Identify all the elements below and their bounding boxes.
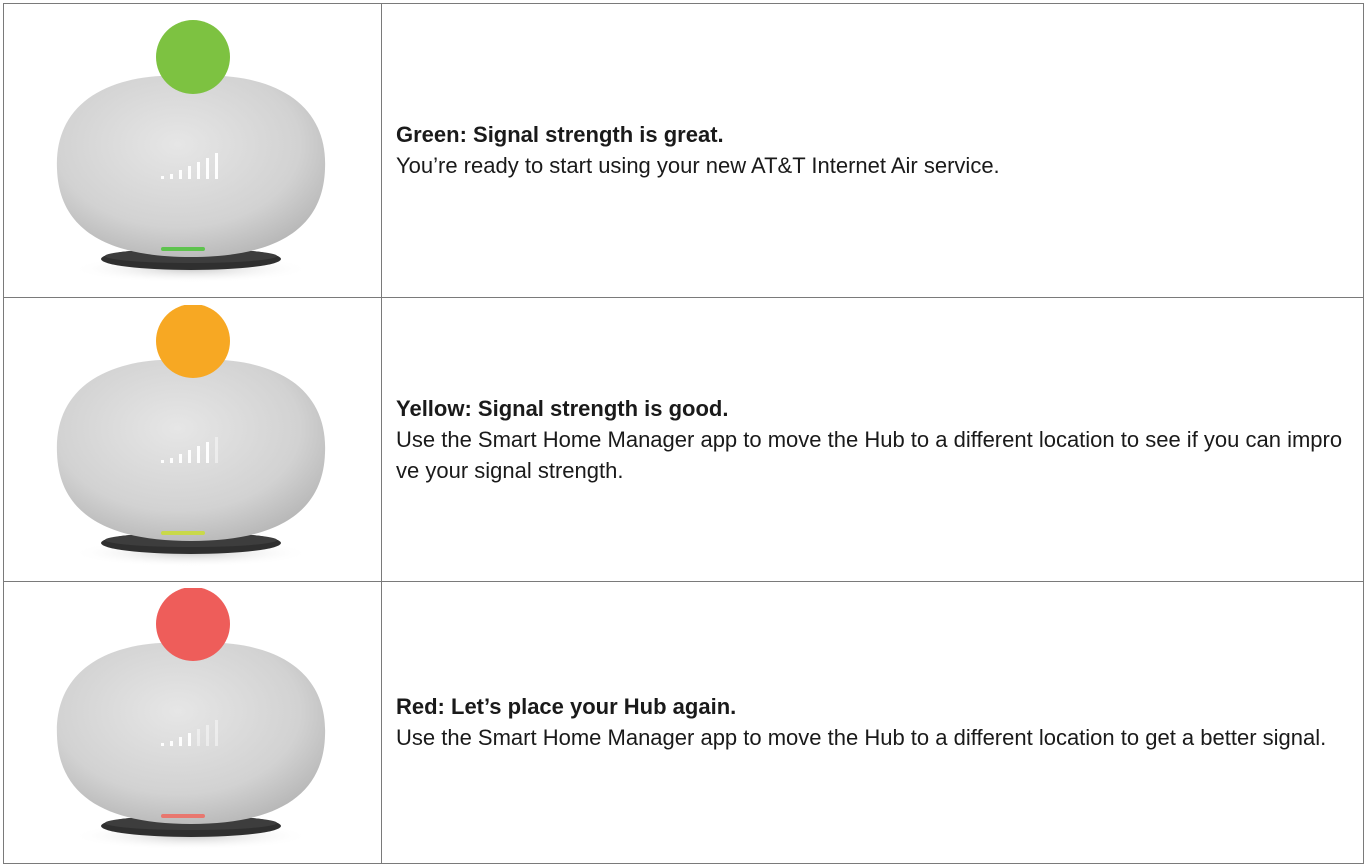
status-description: Use the Smart Home Manager app to move t… — [396, 725, 1327, 750]
hub-led-strip — [160, 530, 205, 535]
status-title: Yellow: Signal strength is good. — [396, 395, 729, 421]
signal-bar — [187, 732, 191, 746]
signal-bar — [160, 175, 164, 179]
status-description: You’re ready to start using your new AT&… — [396, 153, 1000, 178]
status-color-dot — [155, 304, 230, 378]
signal-bar — [196, 728, 200, 746]
signal-bar — [178, 736, 182, 746]
signal-bar — [160, 742, 164, 746]
hub-yellow-icon — [56, 304, 325, 567]
hub-led-strip — [160, 813, 205, 818]
signal-bar — [187, 449, 191, 463]
signal-bar — [196, 161, 200, 179]
signal-status-table: Green: Signal strength is great. You’re … — [3, 3, 1364, 864]
hub-image-cell — [3, 581, 382, 864]
signal-bar — [205, 724, 209, 746]
table-row: Red: Let’s place your Hub again. Use the… — [3, 581, 1364, 864]
hub-green-icon — [56, 19, 325, 283]
status-text-cell: Yellow: Signal strength is good. Use the… — [381, 297, 1364, 582]
signal-bar — [196, 445, 200, 463]
signal-bar — [169, 173, 173, 179]
status-color-dot — [155, 19, 230, 94]
status-title: Red: Let’s place your Hub again. — [396, 694, 737, 719]
signal-bar — [160, 459, 164, 463]
signal-bar — [205, 157, 209, 179]
status-text-cell: Red: Let’s place your Hub again. Use the… — [381, 581, 1364, 864]
status-title: Green: Signal strength is great. — [396, 122, 724, 147]
signal-bar — [178, 453, 182, 463]
signal-bar — [169, 457, 173, 463]
hub-image-cell — [3, 3, 382, 298]
table-row: Green: Signal strength is great. You’re … — [3, 3, 1364, 298]
signal-bar — [178, 169, 182, 179]
signal-bar — [214, 719, 218, 746]
status-text-cell: Green: Signal strength is great. You’re … — [381, 3, 1364, 298]
signal-bar — [205, 441, 209, 463]
signal-bar — [214, 152, 218, 179]
table-row: Yellow: Signal strength is good. Use the… — [3, 297, 1364, 582]
status-description: Use the Smart Home Manager app to move t… — [396, 426, 1343, 483]
hub-led-strip — [160, 246, 205, 251]
hub-red-icon — [56, 587, 325, 850]
signal-bar — [214, 436, 218, 463]
status-color-dot — [155, 587, 230, 661]
signal-bar — [187, 165, 191, 179]
hub-image-cell — [3, 297, 382, 582]
signal-bar — [169, 740, 173, 746]
